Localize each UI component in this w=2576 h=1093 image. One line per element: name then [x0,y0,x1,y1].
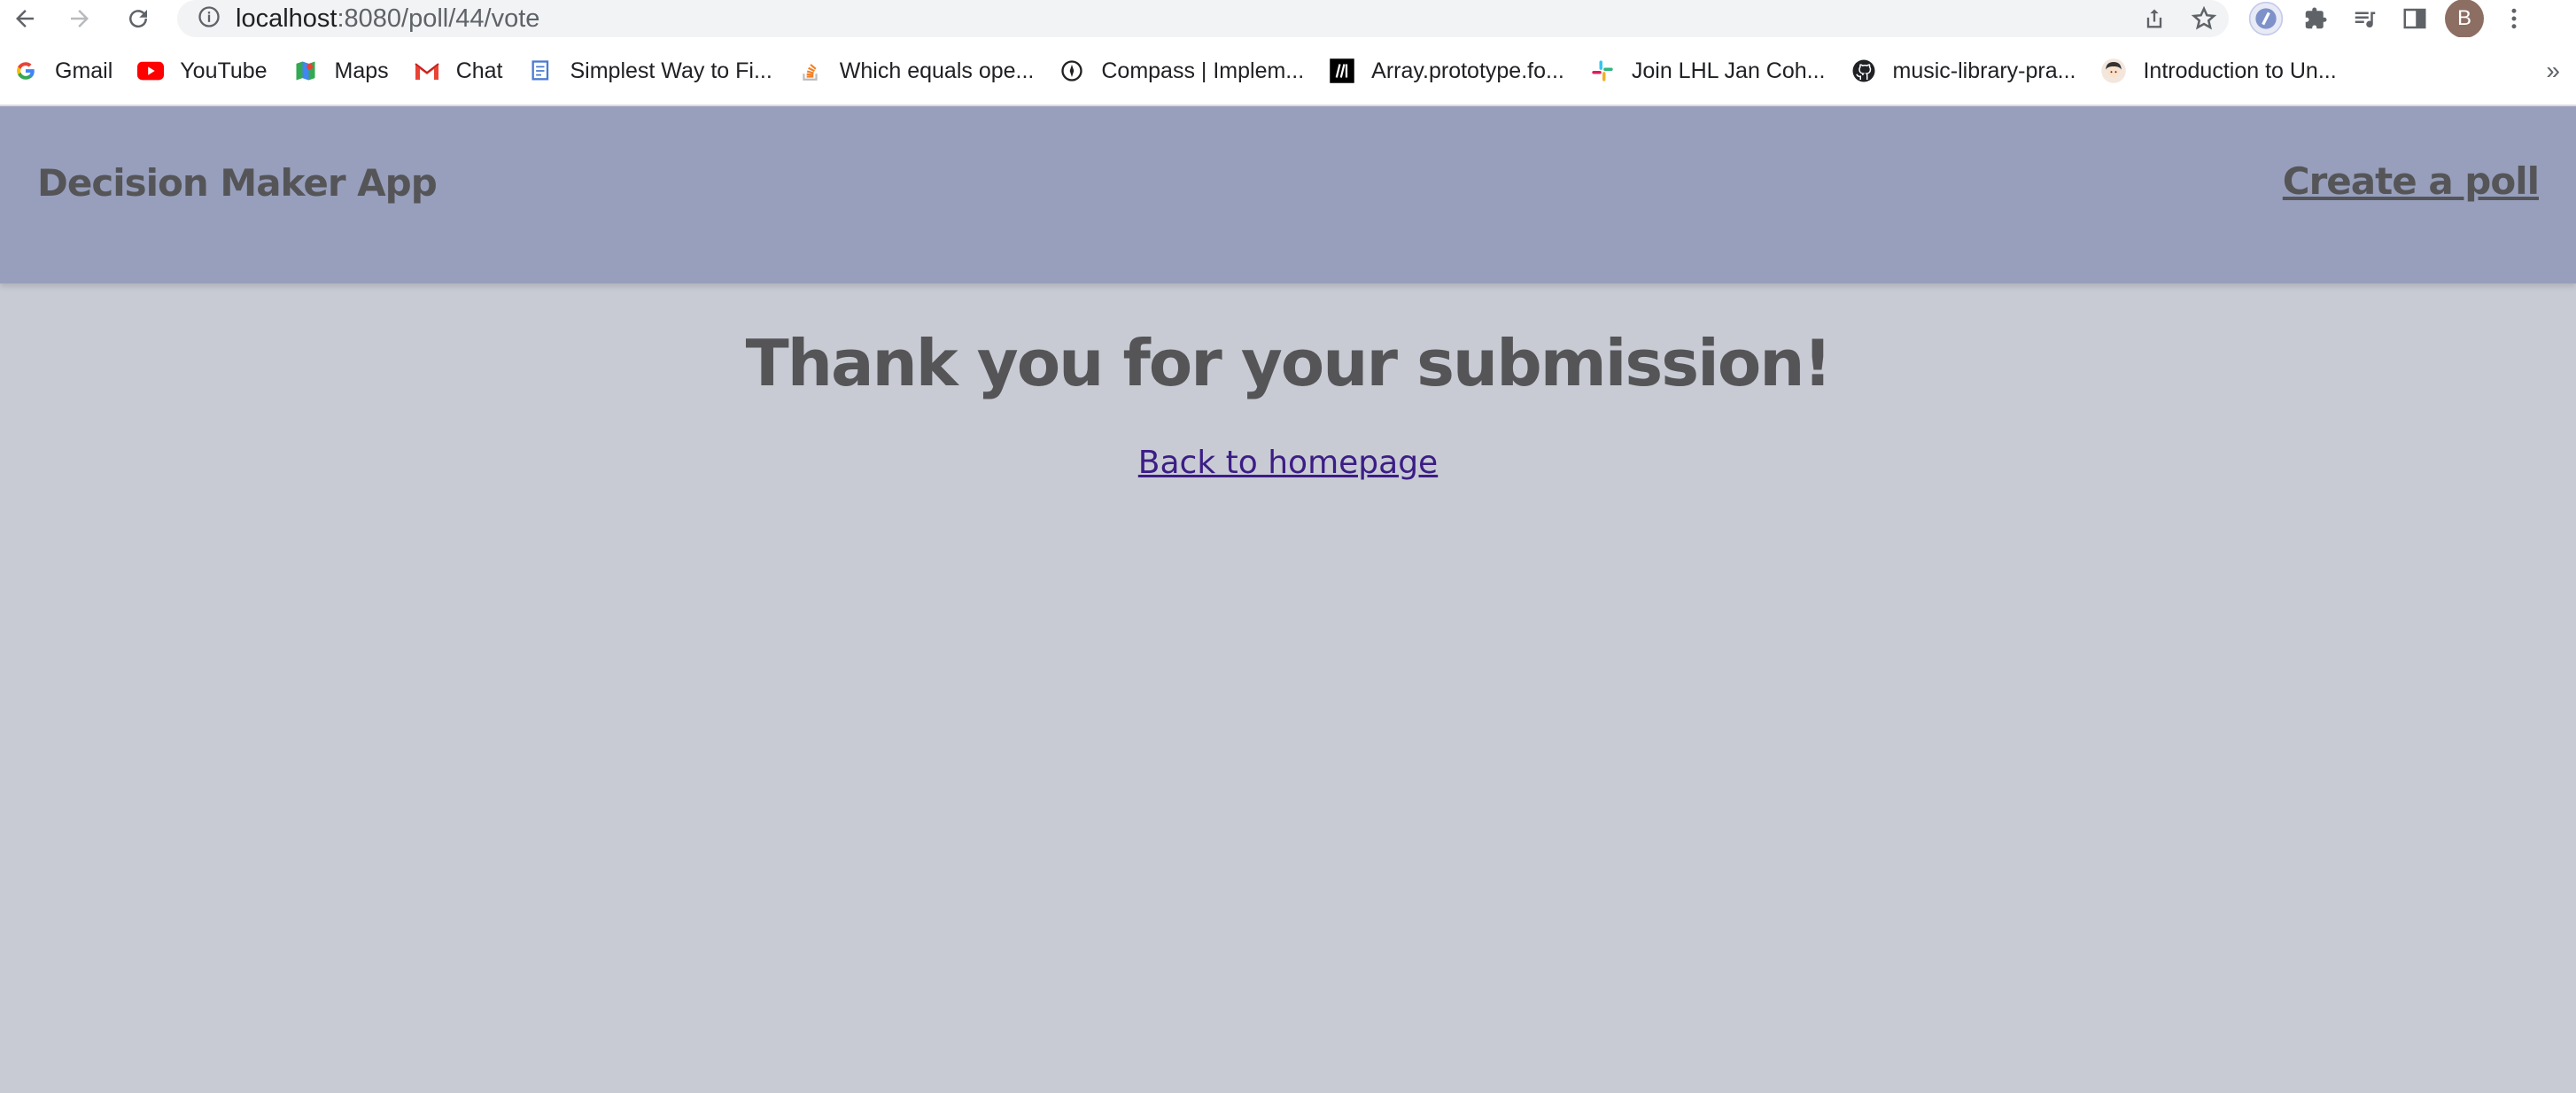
media-control-button[interactable] [2340,0,2390,37]
bookmark-label: Join LHL Jan Coh... [1631,58,1826,83]
bookmark-label: Gmail [55,58,113,83]
extension-badge-icon [2248,1,2284,36]
mdn-icon [1329,58,1355,84]
forward-button[interactable] [62,0,97,37]
bookmark-item[interactable]: Introduction to Un... [2100,58,2337,84]
back-to-homepage-link[interactable]: Back to homepage [1138,445,1438,481]
share-icon [2146,9,2162,28]
info-icon[interactable] [197,4,221,34]
avatar-icon [2100,58,2127,84]
bookmark-item[interactable]: Maps [292,58,389,84]
bookmark-label: YouTube [180,58,268,83]
playlist-icon [2355,12,2376,28]
bookmark-item[interactable]: Simplest Way to Fi... [528,58,772,84]
address-bar[interactable]: localhost:8080/poll/44/vote [177,0,2229,37]
bookmark-item[interactable]: Array.prototype.fo... [1329,58,1564,84]
arrow-right-icon [71,10,89,27]
github-icon [1851,58,1877,84]
bookmark-label: Maps [334,58,389,83]
slack-icon [1589,58,1616,84]
doc-icon [528,58,555,84]
more-vertical-icon [2511,8,2517,29]
star-icon [2191,5,2217,30]
bookmark-item[interactable]: Gmail [12,58,113,84]
page-title: Thank you for your submission! [745,326,1833,400]
url-host: localhost [236,4,338,33]
youtube-icon [137,58,165,84]
browser-menu-button[interactable] [2489,0,2539,37]
side-panel-button[interactable] [2390,0,2440,37]
bookmark-label: Array.prototype.fo... [1371,58,1564,83]
bookmark-star-button[interactable] [2179,0,2229,37]
extension-button[interactable] [2241,0,2291,37]
bookmark-item[interactable]: music-library-pra... [1851,58,2076,84]
main-content: Thank you for your submission! Back to h… [0,283,2576,1093]
reload-icon [129,10,148,28]
bookmark-label: Compass | Implem... [1101,58,1305,83]
extensions-menu-button[interactable] [2291,0,2340,37]
bookmark-label: Which equals ope... [839,58,1035,83]
back-button[interactable] [7,0,43,37]
bookmark-item[interactable]: Join LHL Jan Coh... [1589,58,1826,84]
reload-button[interactable] [120,0,156,37]
maps-icon [292,58,319,84]
gmail-icon [414,58,440,84]
app-header: Decision Maker App Create a poll [0,106,2576,283]
bookmark-label: Introduction to Un... [2143,58,2337,83]
arrow-left-icon [16,10,34,27]
share-button[interactable] [2130,0,2179,37]
bookmark-label: Chat [455,58,503,83]
bookmark-item[interactable]: Which equals ope... [797,58,1035,84]
create-poll-link[interactable]: Create a poll [2283,159,2540,203]
bookmark-item[interactable]: Compass | Implem... [1059,58,1304,84]
google-icon [12,58,39,84]
app-brand: Decision Maker App [37,161,438,205]
avatar: B [2445,0,2484,38]
bookmark-label: music-library-pra... [1892,58,2076,83]
bookmark-item[interactable]: Chat [414,58,503,84]
compass-icon [1059,58,1085,84]
url-path: :8080/poll/44/vote [337,4,540,33]
stackoverflow-icon [797,58,824,84]
bookmark-item[interactable]: YouTube [137,58,268,84]
browser-toolbar: localhost:8080/poll/44/vote B [0,0,2576,38]
profile-button[interactable]: B [2440,0,2489,38]
puzzle-icon [2305,7,2327,29]
url-text: localhost:8080/poll/44/vote [236,4,539,34]
bookmarks-bar: Gmail YouTube Maps Chat Simplest Way to … [0,37,2576,106]
side-panel-icon [2403,8,2426,29]
bookmarks-overflow-button[interactable]: » [2546,37,2560,105]
bookmark-label: Simplest Way to Fi... [570,58,772,83]
